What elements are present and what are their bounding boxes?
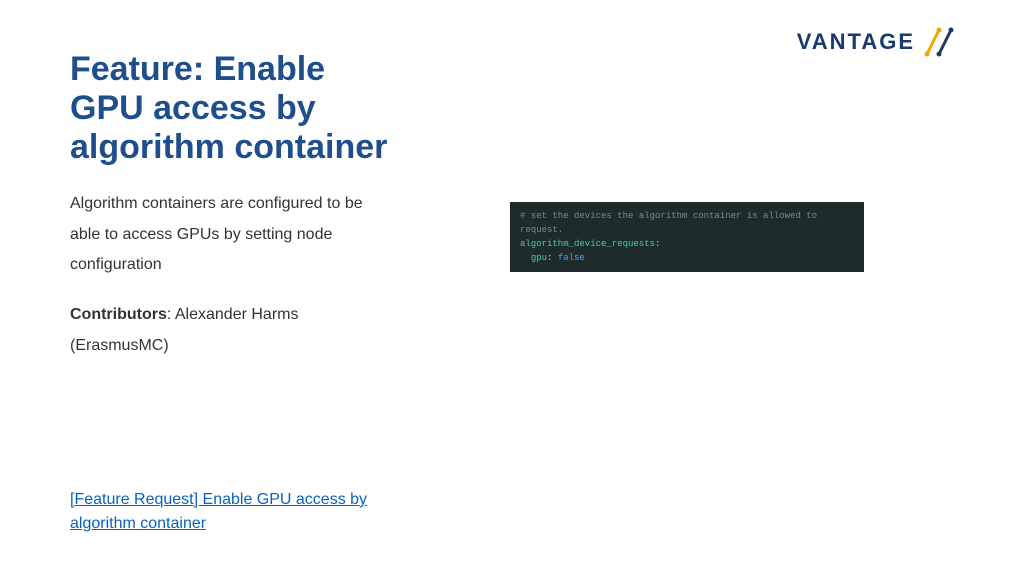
code-colon: : xyxy=(655,239,660,249)
code-value: false xyxy=(558,253,585,263)
feature-request-link[interactable]: [Feature Request] Enable GPU access by a… xyxy=(70,491,367,532)
brand-logo: VANTAGE xyxy=(797,22,959,62)
vantage-icon xyxy=(919,22,959,62)
description-text: Algorithm containers are configured to b… xyxy=(70,189,390,280)
footer-link-area: [Feature Request] Enable GPU access by a… xyxy=(70,488,390,536)
contributors-text: Contributors: Alexander Harms (ErasmusMC… xyxy=(70,300,390,361)
slide: VANTAGE Feature: Enable GPU access by al… xyxy=(0,0,1024,576)
page-title: Feature: Enable GPU access by algorithm … xyxy=(70,50,400,167)
code-colon: : xyxy=(547,253,558,263)
code-key-2: gpu xyxy=(531,253,547,263)
code-snippet: # set the devices the algorithm containe… xyxy=(510,202,864,272)
contributors-label: Contributors xyxy=(70,306,167,323)
logo-text: VANTAGE xyxy=(797,29,915,55)
code-key-1: algorithm_device_requests xyxy=(520,239,655,249)
code-comment: # set the devices the algorithm containe… xyxy=(520,211,817,235)
